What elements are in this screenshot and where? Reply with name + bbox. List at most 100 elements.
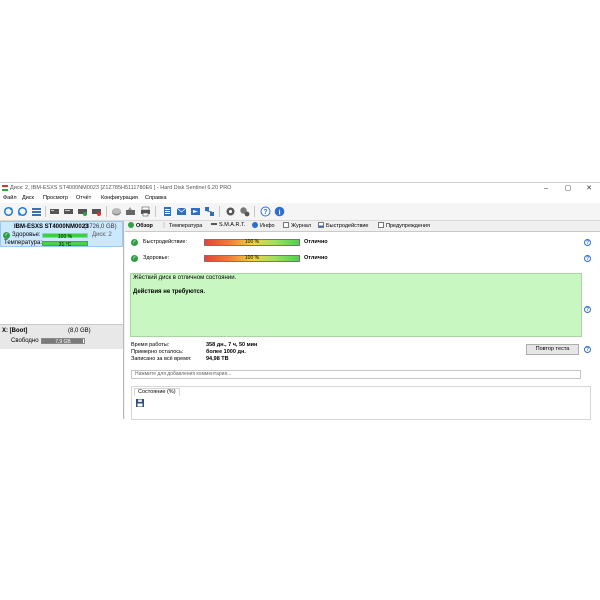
- tab-performance[interactable]: Быстродействие: [318, 222, 369, 231]
- health-status: Отлично: [304, 255, 328, 261]
- hdd-info-icon[interactable]: [91, 206, 102, 217]
- disk-surface-icon[interactable]: [111, 206, 122, 217]
- send-report-icon[interactable]: [190, 206, 201, 217]
- print-icon[interactable]: [140, 206, 151, 217]
- info-tab-icon: [252, 222, 258, 228]
- uptime-label: Время работы:: [131, 342, 170, 348]
- tab-temperature-label: Температура: [169, 223, 203, 229]
- svg-text:i: i: [278, 207, 280, 216]
- settings-gear-icon[interactable]: [225, 206, 236, 217]
- partition-free-label: Свободно: [11, 338, 39, 344]
- tab-warnings-label: Предупреждения: [386, 223, 430, 229]
- disk-index: Диск: 2: [92, 232, 112, 238]
- toolbar-separator: [254, 206, 255, 217]
- tab-warnings[interactable]: Предупреждения: [378, 222, 430, 231]
- hdd-ok-icon[interactable]: [77, 206, 88, 217]
- minimize-button[interactable]: –: [535, 183, 557, 194]
- disk-temperature-value: 31 °C: [58, 241, 72, 248]
- disk-health-bar: 100 %: [42, 233, 88, 240]
- refresh-icon[interactable]: [3, 206, 14, 217]
- performance-label: Быстродействие:: [143, 239, 188, 245]
- overview-check-icon: [128, 222, 134, 228]
- toolbar: ? i: [0, 203, 600, 221]
- status-help-icon[interactable]: ?: [584, 306, 591, 313]
- disk-size: (3726,0 GB): [84, 224, 117, 230]
- menu-config[interactable]: Конфигурация: [101, 195, 138, 201]
- performance-help-icon[interactable]: ?: [584, 239, 591, 246]
- comment-field[interactable]: Нажмите для добавления комментария...: [131, 370, 581, 379]
- performance-bar: 100 %: [204, 239, 300, 246]
- menu-view[interactable]: Просмотр: [43, 195, 68, 201]
- tab-smart-label: S.M.A.R.T.: [219, 222, 246, 228]
- disk-entry[interactable]: IBM-ESXS ST4000NM0023 (3726,0 GB) ✓ Здор…: [0, 221, 123, 248]
- disk-temperature-bar: 31 °C: [42, 241, 88, 248]
- tab-log-label: Журнал: [291, 223, 312, 229]
- overview-content: ✓ Быстродействие: 100 % Отлично ? ✓ Здор…: [125, 231, 600, 420]
- window-title: Диск: 2, IBM-ESXS ST4000NM0023 [Z1Z785H5…: [10, 185, 232, 191]
- partition-name: X: [Boot]: [2, 328, 28, 334]
- log-icon: [283, 222, 289, 228]
- tab-smart[interactable]: S.M.A.R.T.: [211, 222, 245, 231]
- info-icon[interactable]: i: [274, 206, 285, 217]
- toolbar-separator: [45, 206, 46, 217]
- health-label: Здоровье:: [143, 255, 170, 261]
- disk-health-label: Здоровье:: [12, 232, 41, 238]
- written-label: Записано за всё время:: [131, 356, 192, 362]
- disk-tool-icon[interactable]: [125, 206, 136, 217]
- performance-status: Отлично: [304, 239, 328, 245]
- refresh-all-icon[interactable]: [17, 206, 28, 217]
- status-message-box: Жёсткий диск в отличном состоянии. Дейст…: [130, 273, 582, 337]
- menu-help[interactable]: Справка: [145, 195, 167, 201]
- retest-button[interactable]: Повтор теста: [526, 344, 579, 355]
- hdd-test-icon[interactable]: [63, 206, 74, 217]
- tab-temperature[interactable]: Температура: [161, 222, 202, 231]
- app-window: Диск: 2, IBM-ESXS ST4000NM0023 [Z1Z785H5…: [0, 182, 600, 420]
- menu-disk[interactable]: Диск: [22, 195, 34, 201]
- tab-log[interactable]: Журнал: [283, 222, 311, 231]
- written-value: 94,98 TB: [206, 356, 229, 362]
- smart-icon: [211, 223, 217, 225]
- state-panel: Состояние (%): [131, 386, 591, 420]
- help-icon[interactable]: ?: [260, 206, 271, 217]
- performance-icon: [318, 222, 324, 228]
- tab-performance-label: Быстродействие: [326, 223, 369, 229]
- tab-overview[interactable]: Обзор: [128, 222, 153, 231]
- health-bar: 100 %: [204, 255, 300, 262]
- disk-list-panel: IBM-ESXS ST4000NM0023 (3726,0 GB) ✓ Здор…: [0, 221, 124, 419]
- network-icon[interactable]: [204, 206, 215, 217]
- state-tab[interactable]: Состояние (%): [134, 388, 180, 396]
- close-button[interactable]: ✕: [578, 183, 600, 194]
- title-bar: Диск: 2, IBM-ESXS ST4000NM0023 [Z1Z785H5…: [0, 183, 600, 194]
- health-value: 100 %: [244, 255, 260, 261]
- thermometer-icon: [161, 222, 167, 228]
- remaining-value: более 1000 дн.: [206, 349, 246, 355]
- toolbar-separator: [106, 206, 107, 217]
- tab-overview-label: Обзор: [136, 223, 153, 229]
- report-icon[interactable]: [162, 206, 173, 217]
- warnings-icon: [378, 222, 384, 228]
- health-help-icon[interactable]: ?: [584, 255, 591, 262]
- toolbar-separator: [219, 206, 220, 217]
- status-message-line1: Жёсткий диск в отличном состоянии.: [133, 275, 237, 281]
- partition-entry[interactable]: X: [Boot] (8,0 GB) Свободно 7,9 GB: [0, 324, 123, 349]
- menu-report[interactable]: Отчёт: [76, 195, 91, 201]
- tab-info[interactable]: Инфо: [252, 222, 275, 231]
- advanced-settings-icon[interactable]: [239, 206, 250, 217]
- disk-list-icon[interactable]: [31, 206, 42, 217]
- maximize-button[interactable]: ▢: [557, 183, 579, 194]
- email-icon[interactable]: [176, 206, 187, 217]
- hdd-icon[interactable]: [49, 206, 60, 217]
- status-message-line2: Действия не требуются.: [133, 289, 205, 295]
- save-icon[interactable]: [136, 399, 144, 407]
- tab-info-label: Инфо: [260, 223, 275, 229]
- partition-free-bar: 7,9 GB: [41, 338, 85, 345]
- performance-ok-icon: ✓: [131, 239, 138, 246]
- health-ok-icon: ✓: [131, 255, 138, 262]
- menu-bar: Файл Диск Просмотр Отчёт Конфигурация Сп…: [0, 194, 600, 203]
- retest-help-icon[interactable]: ?: [584, 346, 591, 353]
- menu-file[interactable]: Файл: [3, 195, 17, 201]
- disk-temperature-label: Температура:: [4, 240, 43, 246]
- partition-free-value: 7,9 GB: [55, 338, 71, 345]
- performance-value: 100 %: [244, 239, 260, 245]
- partition-size: (8,0 GB): [68, 328, 91, 334]
